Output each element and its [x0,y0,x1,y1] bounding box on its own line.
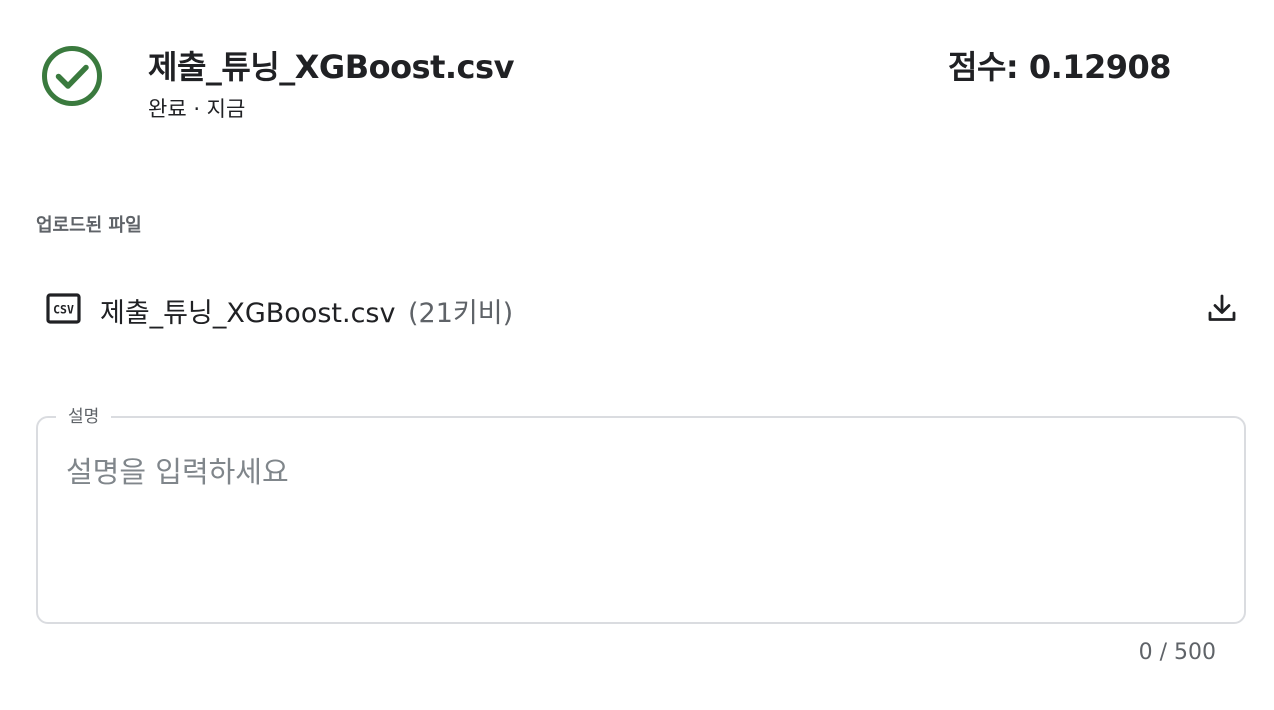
svg-text:CSV: CSV [53,303,74,317]
description-char-counter: 0 / 500 [1138,640,1216,665]
description-label: 설명 [56,402,112,427]
csv-file-icon: CSV [46,293,81,324]
submission-title: 제출_튜닝_XGBoost.csv [148,48,514,86]
download-icon[interactable] [1206,292,1238,324]
uploaded-file-row: CSV 제출_튜닝_XGBoost.csv (21키비) [46,285,1238,331]
description-input[interactable] [54,437,1224,607]
check-circle-icon [42,46,102,106]
uploaded-files-heading: 업로드된 파일 [36,215,142,236]
submission-score: 점수: 0.12908 [948,48,1172,86]
uploaded-file-name[interactable]: 제출_튜닝_XGBoost.csv [100,291,395,330]
uploaded-file-size: (21키비) [408,298,514,329]
submission-status: 완료 · 지금 [148,97,246,121]
